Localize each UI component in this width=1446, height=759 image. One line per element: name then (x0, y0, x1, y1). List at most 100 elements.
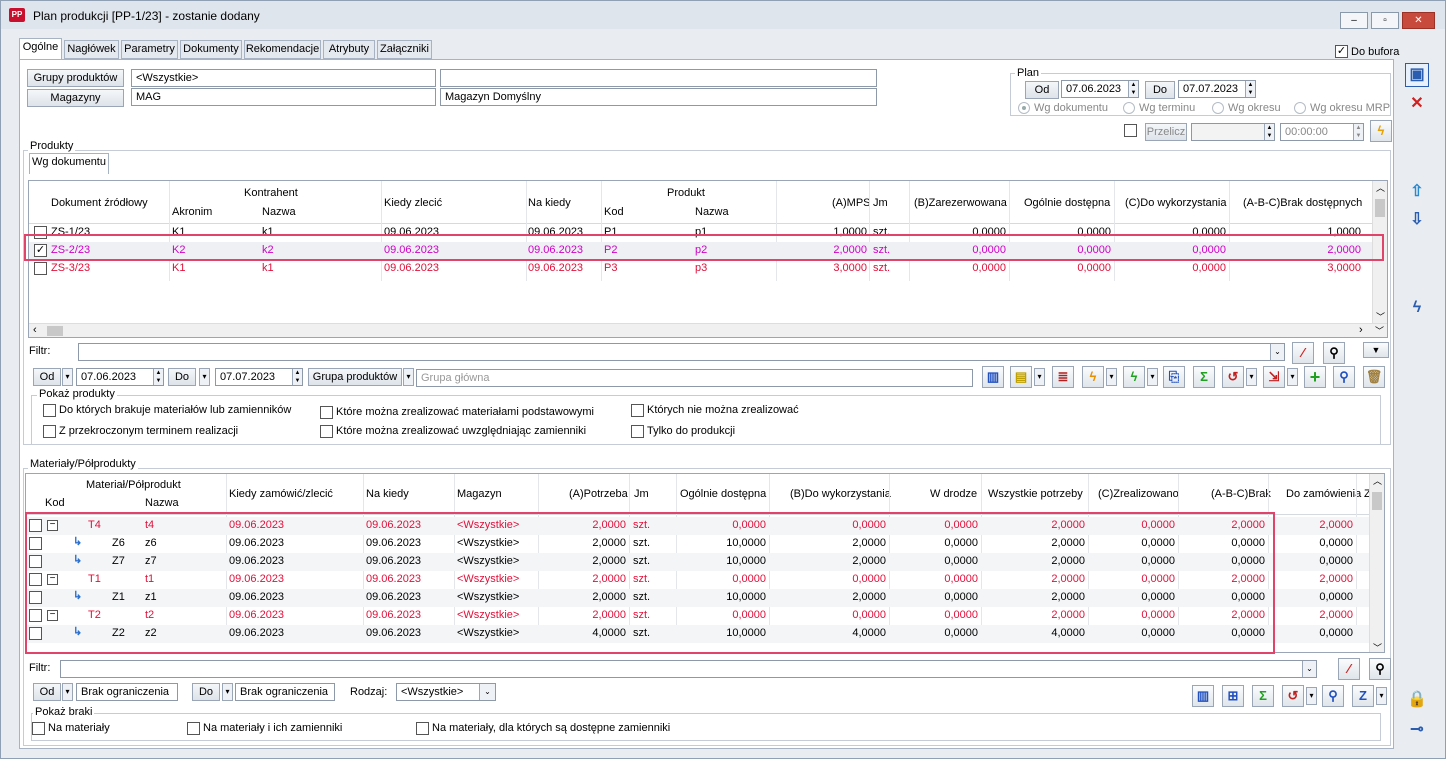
tab-naglowek[interactable]: Nagłówek (64, 40, 119, 59)
przelicz-checkbox[interactable] (1124, 124, 1137, 137)
option-zamienniki-checkbox[interactable] (320, 425, 333, 438)
list-icon[interactable]: ≣ (1052, 366, 1074, 388)
col-kod[interactable]: Kod (604, 206, 624, 218)
col-m-zreal[interactable]: (C)Zrealizowano (1098, 488, 1179, 500)
tab-wg-dokumentu[interactable]: Wg dokumentu (29, 153, 109, 174)
spin-icon[interactable]: ▲ ▼ (1264, 124, 1274, 140)
radio-wg-dokumentu[interactable] (1018, 102, 1030, 114)
chevron-down-icon[interactable]: ⌄ (1302, 661, 1316, 677)
maximize-button[interactable]: ▫ (1371, 12, 1399, 29)
braki-materialy-checkbox[interactable] (32, 722, 45, 735)
lock-icon[interactable]: 🔒 (1405, 689, 1429, 713)
plan-do-date[interactable]: 07.07.2023 ▲ ▼ (1178, 80, 1256, 98)
tab-zalaczniki[interactable]: Załączniki (377, 40, 432, 59)
col-m-nazwa[interactable]: Nazwa (145, 497, 179, 509)
col-m-potrz[interactable]: (A)Potrzeba (569, 488, 628, 500)
col-m-dow[interactable]: (B)Do wykorzystania (790, 488, 891, 500)
col-kiedy[interactable]: Kiedy zlecić (384, 197, 442, 209)
gantt-icon[interactable]: ▤ (1010, 366, 1032, 388)
col-kontrahent[interactable]: Kontrahent (244, 187, 298, 199)
chevron-down-icon[interactable]: ▾ (403, 368, 414, 386)
chart-icon[interactable]: ▥ (1192, 685, 1214, 707)
col-m-kod[interactable]: Kod (45, 497, 65, 509)
plan-od-button[interactable]: Od (1025, 81, 1059, 99)
chevron-up-icon[interactable]: ︿ (1370, 474, 1384, 487)
chevron-down-icon[interactable]: ▾ (1287, 368, 1298, 386)
chevron-down-icon[interactable]: ﹀ (1373, 310, 1387, 323)
produkty-hscroll[interactable]: ‹ › ﹀ (29, 323, 1387, 337)
produkty-filtr-input[interactable]: ⌄ (78, 343, 1285, 361)
produkty-od-button[interactable]: Od (33, 368, 61, 386)
rodzaj-select[interactable]: <Wszystkie> ⌄ (396, 683, 496, 701)
generate-icon[interactable]: ϟ (1082, 366, 1104, 388)
col-pnazwa[interactable]: Nazwa (695, 206, 729, 218)
option-brakuje-checkbox[interactable] (43, 404, 56, 417)
tab-atrybuty[interactable]: Atrybuty (323, 40, 375, 59)
magazyny-field[interactable]: MAG (131, 88, 436, 106)
row-checkbox[interactable] (34, 262, 47, 275)
materialy-od-button[interactable]: Od (33, 683, 61, 701)
col-na-kiedy[interactable]: Na kiedy (528, 197, 571, 209)
chevron-right-icon[interactable]: › (1359, 324, 1363, 336)
spin-icon[interactable]: ▲ ▼ (1128, 81, 1138, 97)
col-m-kiedy[interactable]: Kiedy zamówić/zlecić (229, 488, 333, 500)
chevron-down-icon[interactable]: ▾ (222, 683, 233, 701)
option-przekroczony-checkbox[interactable] (43, 425, 56, 438)
przelicz-button[interactable]: Przelicz (1145, 123, 1187, 141)
lightning-icon[interactable]: ϟ (1370, 120, 1392, 142)
col-brak[interactable]: (A-B-C)Brak dostępnych (1243, 197, 1362, 209)
chevron-down-icon[interactable]: ▾ (1147, 368, 1158, 386)
undo-icon[interactable]: ↺ (1222, 366, 1244, 388)
magazyny-button[interactable]: Magazyny (27, 89, 124, 107)
col-akronim[interactable]: Akronim (172, 206, 212, 218)
tab-dokumenty[interactable]: Dokumenty (180, 40, 242, 59)
option-podstawowymi-checkbox[interactable] (320, 406, 333, 419)
grupa-field[interactable]: Grupa główna (416, 369, 973, 387)
chevron-down-icon[interactable]: ▾ (199, 368, 210, 386)
filter-search-icon[interactable]: ⚲ (1369, 658, 1391, 680)
lightning-icon[interactable]: ϟ (1405, 297, 1429, 321)
chevron-down-icon[interactable]: ▾ (1306, 687, 1317, 705)
col-m-brak[interactable]: (A-B-C)Brak (1211, 488, 1271, 500)
przelicz-date[interactable]: ▲ ▼ (1191, 123, 1275, 141)
chevron-down-icon[interactable]: ▾ (1106, 368, 1117, 386)
filter-expand-icon[interactable]: ▼ (1363, 342, 1389, 358)
sum-icon[interactable]: Σ (1252, 685, 1274, 707)
chevron-down-icon[interactable]: ⌄ (1270, 344, 1284, 360)
chevron-down-icon[interactable]: ⌄ (479, 684, 495, 700)
radio-wg-okresu[interactable] (1212, 102, 1224, 114)
col-ogolnie[interactable]: Ogólnie dostępna (1024, 197, 1110, 209)
tab-ogolne[interactable]: Ogólne (19, 38, 62, 60)
download-icon[interactable]: ⇩ (1405, 209, 1429, 233)
chevron-down-icon[interactable]: ﹀ (1370, 641, 1384, 652)
add-icon[interactable]: + (1304, 366, 1326, 388)
chevron-down-icon[interactable]: ▾ (62, 368, 73, 386)
materialy-do-field[interactable]: Brak ograniczenia (235, 683, 335, 701)
chevron-down-icon[interactable]: ▾ (1246, 368, 1257, 386)
braki-zamienniki-checkbox[interactable] (187, 722, 200, 735)
col-m-og[interactable]: Ogólnie dostępna (680, 488, 766, 500)
col-material[interactable]: Materiał/Półprodukt (86, 479, 181, 491)
col-zarez[interactable]: (B)Zarezerwowana (914, 197, 1007, 209)
grupy-produktow-field[interactable]: <Wszystkie> (131, 69, 436, 87)
do-bufora-checkbox[interactable]: ✓ (1335, 45, 1348, 58)
plan-od-date[interactable]: 07.06.2023 ▲ ▼ (1061, 80, 1139, 98)
chevron-down-icon[interactable]: ﹀ (1375, 324, 1384, 337)
clear-filter-icon[interactable]: ⁄ (1338, 658, 1360, 680)
materialy-od-field[interactable]: Brak ograniczenia (76, 683, 178, 701)
cancel-icon[interactable]: ✕ (1405, 93, 1429, 117)
sort-icon[interactable]: Z (1352, 685, 1374, 707)
chart-icon[interactable]: ▥ (982, 366, 1004, 388)
produkty-od-date[interactable]: 07.06.2023 ▲ ▼ (76, 368, 164, 386)
tab-parametry[interactable]: Parametry (121, 40, 178, 59)
close-button[interactable]: ✕ (1402, 12, 1435, 29)
export-icon[interactable]: ⇲ (1263, 366, 1285, 388)
col-produkt[interactable]: Produkt (667, 187, 705, 199)
search-icon[interactable]: ⚲ (1322, 685, 1344, 707)
grupy-produktow-button[interactable]: Grupy produktów (27, 69, 124, 87)
pin-icon[interactable]: ⊸ (1405, 719, 1429, 743)
produkty-do-date[interactable]: 07.07.2023 ▲ ▼ (215, 368, 303, 386)
table-row[interactable]: ZS-3/23 K1 k1 09.06.2023 09.06.2023 P3 p3 3,000… (29, 260, 1372, 278)
chevron-up-icon[interactable]: ︿ (1373, 181, 1387, 194)
spin-icon[interactable]: ▲ ▼ (292, 369, 302, 385)
